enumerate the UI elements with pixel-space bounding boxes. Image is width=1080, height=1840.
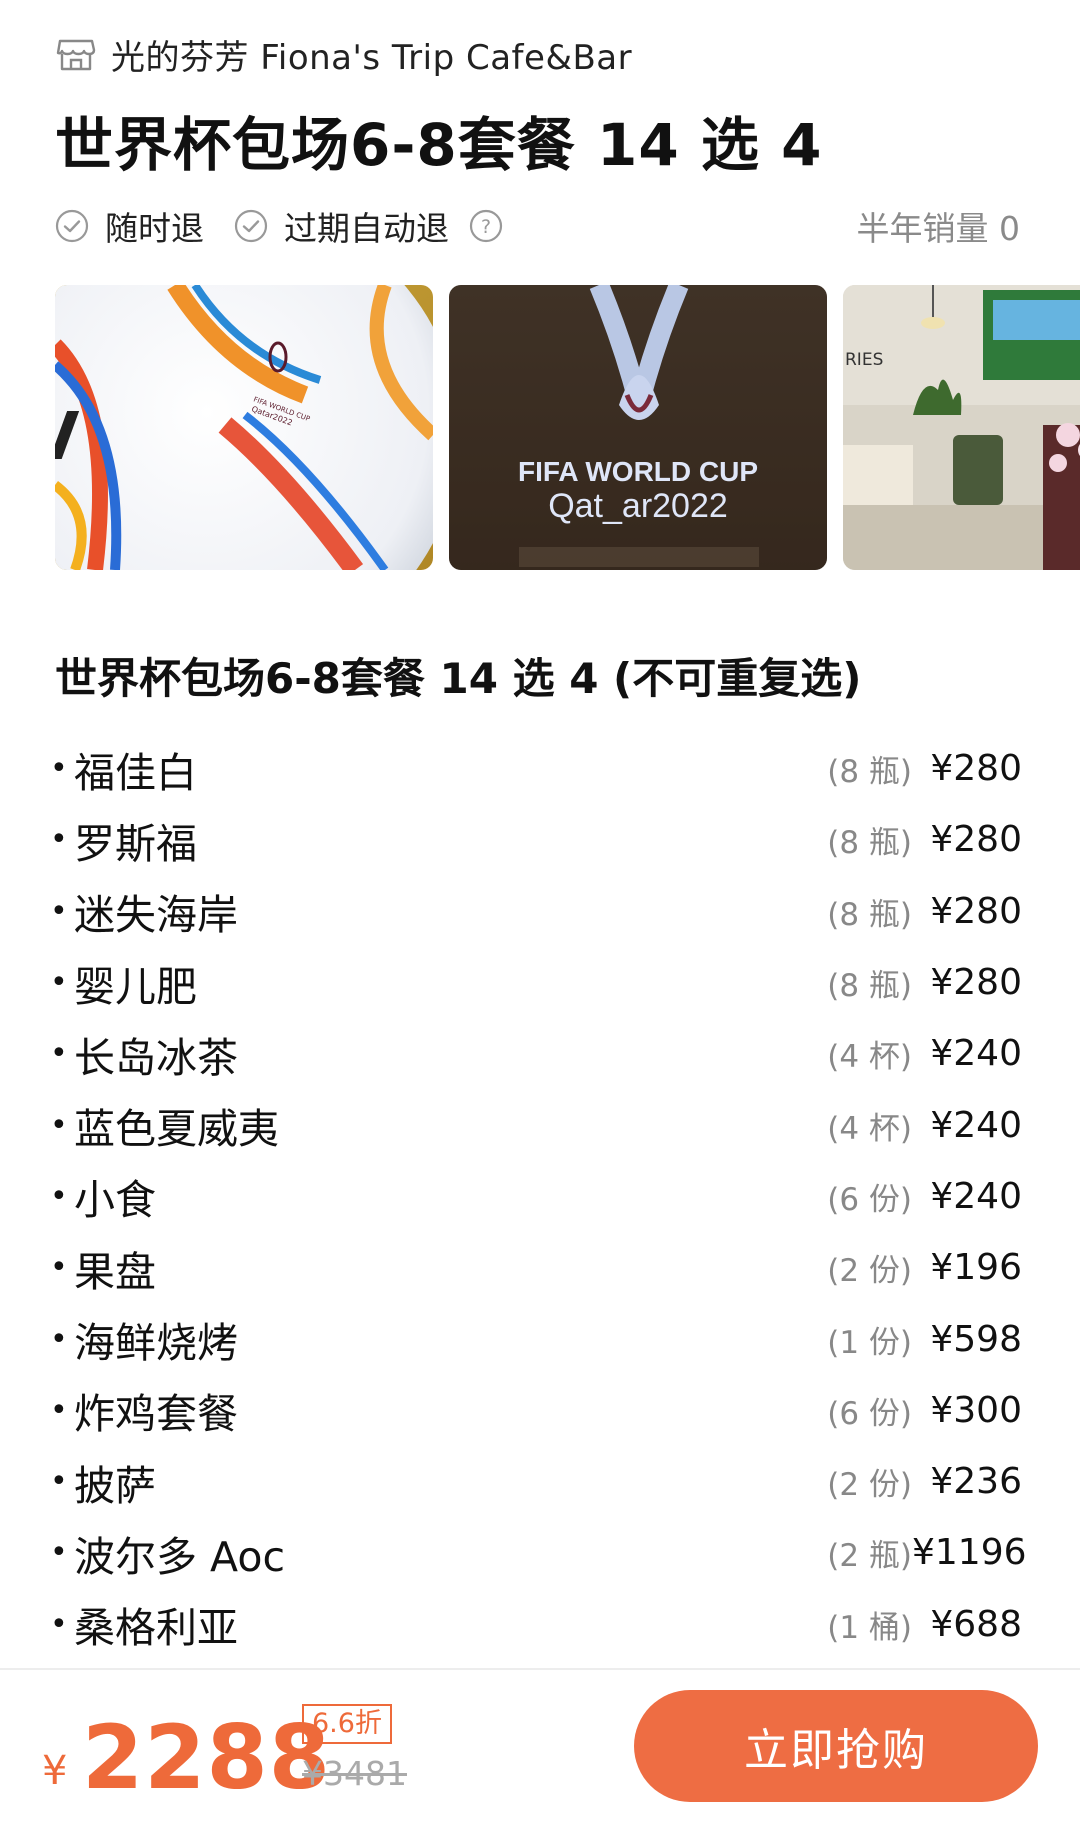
item-name: 迷失海岸: [74, 891, 238, 940]
storefront-icon: [55, 34, 97, 74]
item-quantity: (8 瓶): [827, 968, 912, 1005]
page-title: 世界杯包场6-8套餐 14 选 4: [55, 111, 823, 179]
bullet: •: [50, 1535, 68, 1571]
item-price: ¥688: [930, 1603, 1022, 1645]
item-name: 波尔多 Aoc: [74, 1532, 285, 1581]
list-item: • 长岛冰茶 (4 杯) ¥240: [50, 1018, 1022, 1089]
item-price: ¥240: [930, 1104, 1022, 1146]
cafe-interior-photo[interactable]: RIES: [843, 285, 1080, 570]
item-price: ¥280: [930, 748, 1022, 790]
item-price: ¥280: [930, 890, 1022, 932]
item-price: ¥280: [930, 962, 1022, 1004]
photo-text-fifa: FIFA WORLD CUP: [518, 456, 758, 487]
item-quantity: (6 份): [827, 1181, 912, 1218]
item-name: 长岛冰茶: [74, 1033, 238, 1082]
list-item: • 披萨 (2 份) ¥236: [50, 1446, 1022, 1517]
bullet: •: [50, 751, 68, 787]
photo-gallery[interactable]: FIFA WORLD CUP Qatar2022 FIFA WORLD CUP …: [55, 285, 1080, 570]
half-year-sales: 半年销量 0: [856, 209, 1021, 248]
bullet: •: [50, 1107, 68, 1143]
item-name: 小食: [74, 1176, 156, 1225]
discount-badge: 6.6折: [302, 1704, 392, 1744]
item-price: ¥300: [930, 1389, 1022, 1431]
soccer-ball-photo[interactable]: FIFA WORLD CUP Qatar2022: [55, 285, 433, 570]
list-item: • 炸鸡套餐 (6 份) ¥300: [50, 1375, 1022, 1446]
list-item: • 果盘 (2 份) ¥196: [50, 1232, 1022, 1303]
item-name: 蓝色夏威夷: [74, 1105, 279, 1154]
bullet: •: [50, 1464, 68, 1500]
check-circle-icon: [234, 209, 268, 243]
photo-text-ries: RIES: [845, 350, 883, 370]
item-quantity: (2 瓶): [827, 1538, 912, 1575]
item-quantity: (2 份): [827, 1467, 912, 1504]
item-name: 婴儿肥: [74, 962, 197, 1011]
item-quantity: (6 份): [827, 1395, 912, 1432]
buy-now-button[interactable]: 立即抢购: [634, 1690, 1038, 1802]
item-name: 桑格利亚: [74, 1604, 238, 1653]
list-item: • 海鲜烧烤 (1 份) ¥598: [50, 1303, 1022, 1374]
check-circle-icon: [55, 209, 89, 243]
item-quantity: (8 瓶): [827, 896, 912, 933]
bullet: •: [50, 1036, 68, 1072]
package-items-list: • 福佳白 (8 瓶) ¥280 • 罗斯福 (8 瓶) ¥280 • 迷失海岸 (8 瓶) ¥2…: [50, 733, 1027, 1660]
bullet: •: [50, 822, 68, 858]
bullet: •: [50, 1606, 68, 1642]
tag-expiry-refund: 过期自动退: [234, 202, 449, 250]
item-name: 福佳白: [74, 748, 197, 797]
item-quantity: (4 杯): [827, 1110, 912, 1147]
item-price: ¥280: [930, 819, 1022, 861]
list-item: • 福佳白 (8 瓶) ¥280: [50, 733, 1022, 804]
item-price: ¥598: [930, 1318, 1022, 1360]
item-name: 炸鸡套餐: [74, 1390, 238, 1439]
item-name: 披萨: [74, 1461, 156, 1510]
item-price: ¥1196: [912, 1532, 1027, 1574]
bullet: •: [50, 1178, 68, 1214]
tag-anytime-refund: 随时退: [55, 202, 204, 250]
bullet: •: [50, 1250, 68, 1286]
shop-name[interactable]: 光的芬芳 Fiona's Trip Cafe&Bar: [111, 30, 632, 79]
list-item: • 迷失海岸 (8 瓶) ¥280: [50, 876, 1022, 947]
original-price: ¥3481: [302, 1754, 407, 1793]
item-price: ¥236: [930, 1461, 1022, 1503]
tag-label: 随时退: [105, 209, 204, 248]
item-quantity: (1 桶): [827, 1609, 912, 1646]
bullet: •: [50, 893, 68, 929]
item-price: ¥196: [930, 1247, 1022, 1289]
bullet: •: [50, 1321, 68, 1357]
shop-header[interactable]: 光的芬芳 Fiona's Trip Cafe&Bar: [55, 30, 632, 79]
item-price: ¥240: [930, 1033, 1022, 1075]
svg-text:?: ?: [481, 216, 491, 238]
item-quantity: (8 瓶): [827, 825, 912, 862]
bullet: •: [50, 965, 68, 1001]
item-name: 果盘: [74, 1247, 156, 1296]
photo-text-qatar: Qat_ar2022: [548, 487, 728, 525]
bullet: •: [50, 1392, 68, 1428]
fifa-world-cup-qatar-photo[interactable]: FIFA WORLD CUP Qat_ar2022: [449, 285, 827, 570]
list-item: • 波尔多 Aoc (2 瓶) ¥1196: [50, 1517, 1027, 1588]
question-circle-icon[interactable]: ?: [469, 209, 503, 243]
sale-price: 2288: [82, 1706, 331, 1809]
package-section-title: 世界杯包场6-8套餐 14 选 4 (不可重复选): [55, 654, 862, 703]
item-quantity: (8 瓶): [827, 754, 912, 791]
policy-tags-row: 随时退 过期自动退 ? 半年销量 0: [55, 200, 1020, 252]
list-item: • 罗斯福 (8 瓶) ¥280: [50, 804, 1022, 875]
purchase-bar: ¥ 2288 6.6折 ¥3481 立即抢购: [0, 1668, 1080, 1840]
item-price: ¥240: [930, 1175, 1022, 1217]
list-item: • 婴儿肥 (8 瓶) ¥280: [50, 947, 1022, 1018]
item-name: 海鲜烧烤: [74, 1319, 238, 1368]
list-item: • 小食 (6 份) ¥240: [50, 1161, 1022, 1232]
item-quantity: (4 杯): [827, 1039, 912, 1076]
item-quantity: (2 份): [827, 1253, 912, 1290]
list-item: • 桑格利亚 (1 桶) ¥688: [50, 1589, 1022, 1660]
item-quantity: (1 份): [827, 1324, 912, 1361]
tag-label: 过期自动退: [284, 209, 449, 248]
list-item: • 蓝色夏威夷 (4 杯) ¥240: [50, 1089, 1022, 1160]
item-name: 罗斯福: [74, 819, 197, 868]
currency-symbol: ¥: [42, 1748, 68, 1794]
